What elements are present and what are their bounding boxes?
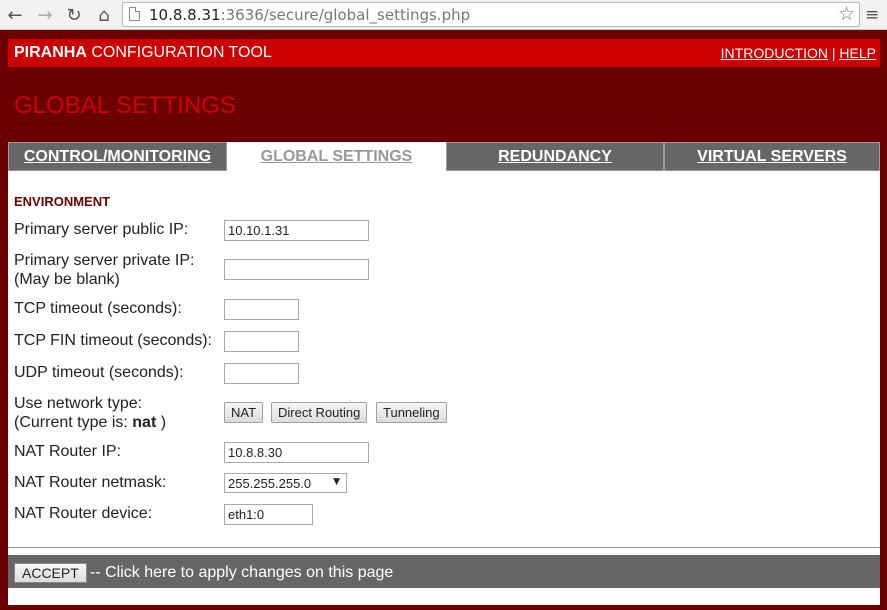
link-separator: | [831, 45, 836, 61]
introduction-link[interactable]: INTRODUCTION [721, 45, 828, 61]
help-link[interactable]: HELP [839, 45, 876, 61]
nat-router-ip-input[interactable] [224, 442, 369, 463]
nat-router-netmask-label: NAT Router netmask: [14, 474, 167, 491]
nat-button[interactable]: NAT [224, 402, 264, 423]
private-ip-label: Primary server private IP: [14, 252, 195, 269]
udp-timeout-input[interactable] [224, 363, 299, 384]
tab-bar: CONTROL/MONITORING GLOBAL SETTINGS REDUN… [8, 142, 880, 171]
settings-panel: ENVIRONMENT Primary server public IP: Pr… [8, 171, 880, 605]
netmask-selected-value: 255.255.255.0 [228, 476, 312, 491]
tcp-timeout-label: TCP timeout (seconds): [14, 300, 182, 317]
back-arrow-icon[interactable]: ← [4, 4, 26, 26]
private-ip-input[interactable] [224, 259, 369, 280]
footer-bar: ACCEPT -- Click here to apply changes on… [8, 555, 880, 588]
app-title-rest: CONFIGURATION TOOL [86, 44, 272, 61]
accept-button[interactable]: ACCEPT [14, 563, 87, 583]
section-title: ENVIRONMENT [14, 194, 111, 209]
nat-router-device-input[interactable] [224, 504, 313, 525]
tab-virtual-servers[interactable]: VIRTUAL SERVERS [664, 142, 880, 171]
tab-control-monitoring[interactable]: CONTROL/MONITORING [8, 142, 227, 171]
direct-routing-button[interactable]: Direct Routing [271, 402, 368, 423]
current-type-suffix: ) [156, 414, 167, 431]
tab-redundancy[interactable]: REDUNDANCY [446, 142, 664, 171]
tcp-timeout-input[interactable] [224, 299, 299, 320]
chevron-down-icon: ▼ [333, 477, 340, 487]
page-title: GLOBAL SETTINGS [14, 92, 236, 119]
accept-hint: -- Click here to apply changes on this p… [90, 564, 394, 581]
network-type-label: Use network type: [14, 395, 143, 412]
current-type-value: nat [132, 414, 157, 431]
current-type-text: (Current type is: nat ) [14, 413, 166, 432]
url-text[interactable]: 10.8.8.31:3636/secure/global_settings.ph… [149, 6, 470, 24]
page-icon [129, 7, 140, 21]
tab-global-settings[interactable]: GLOBAL SETTINGS [227, 142, 446, 171]
tcp-fin-timeout-label: TCP FIN timeout (seconds): [14, 332, 212, 349]
public-ip-label: Primary server public IP: [14, 221, 189, 238]
url-path: :3636/secure/global_settings.php [220, 6, 471, 24]
udp-timeout-label: UDP timeout (seconds): [14, 364, 184, 381]
browser-toolbar: ← → ↻ ⌂ 10.8.8.31:3636/secure/global_set… [0, 0, 887, 30]
divider [8, 547, 880, 548]
nat-router-netmask-select[interactable]: 255.255.255.0 ▼ [224, 473, 347, 493]
current-type-prefix: (Current type is: [14, 414, 133, 431]
nat-router-device-label: NAT Router device: [14, 505, 153, 522]
app-title-bold: PIRANHA [14, 44, 87, 61]
home-icon[interactable]: ⌂ [93, 4, 115, 26]
bookmark-star-icon[interactable]: ☆ [838, 3, 855, 25]
reload-icon[interactable]: ↻ [63, 4, 85, 26]
nat-router-ip-label: NAT Router IP: [14, 443, 121, 460]
menu-icon[interactable]: ≡ [865, 5, 879, 25]
tunneling-button[interactable]: Tunneling [376, 402, 447, 423]
forward-arrow-icon[interactable]: → [34, 4, 56, 26]
tcp-fin-timeout-input[interactable] [224, 331, 299, 352]
header-links: INTRODUCTION | HELP [721, 45, 876, 61]
address-bar[interactable]: 10.8.8.31:3636/secure/global_settings.ph… [122, 2, 860, 27]
private-ip-hint: (May be blank) [14, 271, 120, 288]
app-header: PIRANHA CONFIGURATION TOOL INTRODUCTION … [8, 39, 880, 67]
url-host: 10.8.8.31 [149, 6, 221, 24]
app-title: PIRANHA CONFIGURATION TOOL [14, 44, 272, 62]
public-ip-input[interactable] [224, 220, 369, 241]
